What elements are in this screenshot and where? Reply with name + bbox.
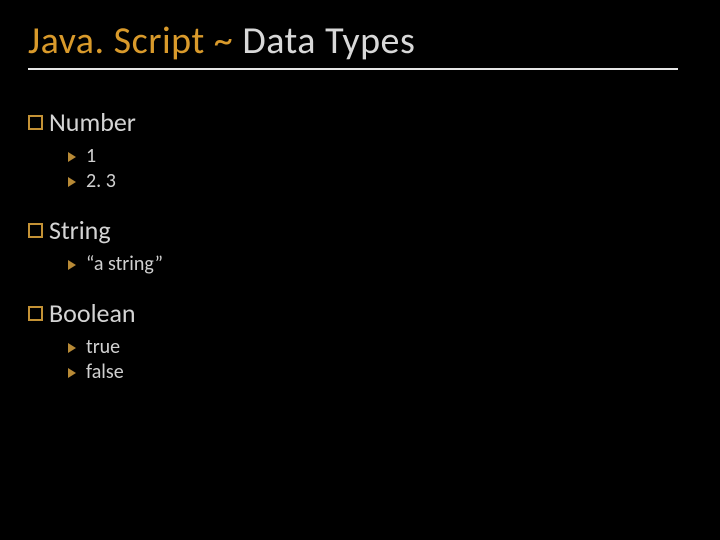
section-heading: Boolean [49, 297, 136, 329]
list-item-text: true [86, 335, 120, 360]
triangle-bullet-icon [68, 368, 76, 378]
section-number: Number 1 2. 3 [28, 106, 692, 194]
triangle-bullet-icon [68, 152, 76, 162]
square-bullet-icon [28, 115, 43, 130]
sub-list: “a string” [28, 252, 692, 277]
list-item-text: 2. 3 [86, 169, 116, 194]
list-item: true [68, 335, 692, 360]
section-header: Boolean [28, 297, 692, 329]
section-header: Number [28, 106, 692, 138]
section-string: String “a string” [28, 214, 692, 277]
title-accent: Java. Script ~ [28, 18, 242, 64]
section-heading: Number [49, 106, 136, 138]
title-divider [28, 68, 678, 70]
section-header: String [28, 214, 692, 246]
slide: Java. Script ~ Data Types Number 1 2. 3 … [0, 0, 720, 540]
sub-list: true false [28, 335, 692, 385]
list-item-text: 1 [86, 144, 96, 169]
sub-list: 1 2. 3 [28, 144, 692, 194]
triangle-bullet-icon [68, 260, 76, 270]
list-item-text: “a string” [86, 252, 163, 277]
triangle-bullet-icon [68, 177, 76, 187]
list-item: 1 [68, 144, 692, 169]
square-bullet-icon [28, 306, 43, 321]
slide-title: Java. Script ~ Data Types [28, 18, 692, 64]
list-item-text: false [86, 360, 124, 385]
title-main: Data Types [242, 18, 415, 64]
square-bullet-icon [28, 223, 43, 238]
list-item: 2. 3 [68, 169, 692, 194]
triangle-bullet-icon [68, 343, 76, 353]
list-item: “a string” [68, 252, 692, 277]
list-item: false [68, 360, 692, 385]
section-heading: String [49, 214, 111, 246]
section-boolean: Boolean true false [28, 297, 692, 385]
